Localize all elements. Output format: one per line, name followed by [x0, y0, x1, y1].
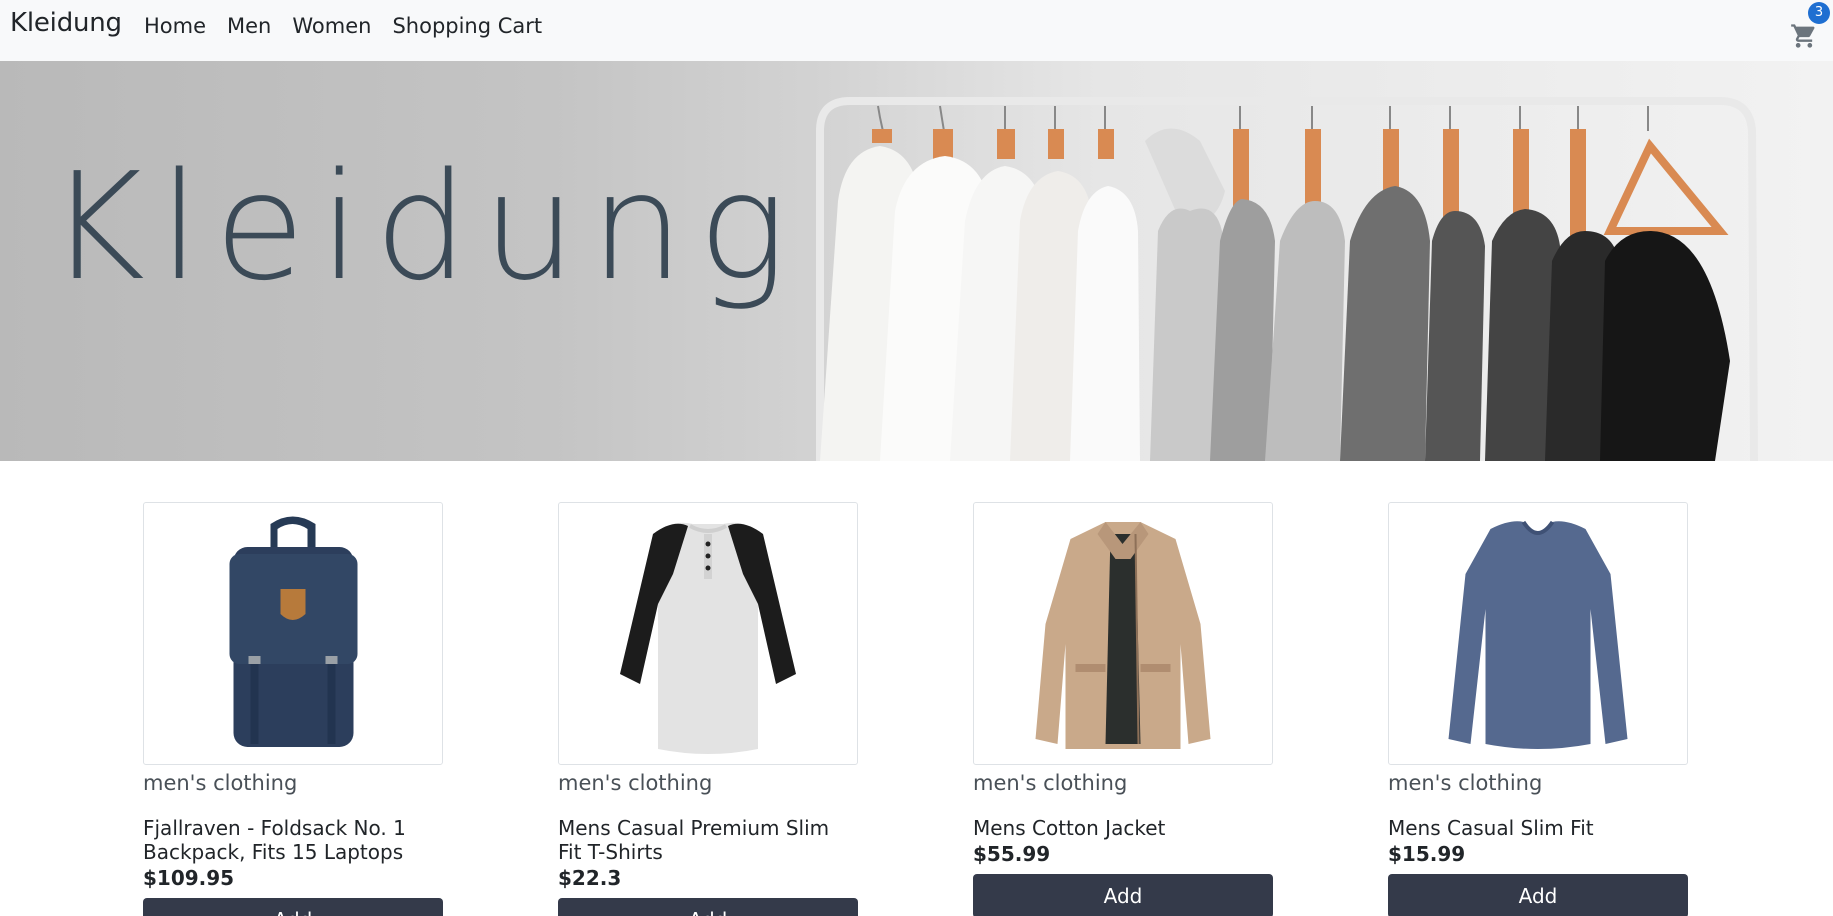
hero-title: Kleidung — [48, 141, 801, 313]
product-category: men's clothing — [1388, 771, 1543, 795]
product-card: men's clothing Fjallraven - Foldsack No.… — [143, 502, 443, 916]
product-title: Mens Cotton Jacket — [973, 816, 1166, 840]
add-to-cart-button[interactable]: Add — [143, 898, 443, 916]
add-to-cart-button[interactable]: Add — [973, 874, 1273, 916]
cart-button[interactable]: 3 — [1790, 2, 1830, 48]
product-category: men's clothing — [143, 771, 298, 795]
nav-links: Home Men Women Shopping Cart — [144, 14, 563, 38]
long-sleeve-shirt-image — [1445, 513, 1631, 754]
product-image[interactable] — [1388, 502, 1688, 765]
backpack-image — [205, 513, 381, 754]
add-to-cart-button[interactable]: Add — [558, 898, 858, 916]
product-title: Fjallraven - Foldsack No. 1 Backpack, Fi… — [143, 816, 406, 864]
product-category: men's clothing — [973, 771, 1128, 795]
add-to-cart-button[interactable]: Add — [1388, 874, 1688, 916]
product-card: men's clothing Mens Casual Slim Fit $15.… — [1388, 502, 1688, 916]
product-image[interactable] — [973, 502, 1273, 765]
product-category: men's clothing — [558, 771, 713, 795]
product-price: $109.95 — [143, 866, 235, 890]
shopping-cart-icon — [1791, 24, 1815, 48]
product-image[interactable] — [143, 502, 443, 765]
product-card: men's clothing Mens Casual Premium Slim … — [558, 502, 858, 916]
nav-link-home[interactable]: Home — [144, 14, 206, 38]
navbar: Kleidung Home Men Women Shopping Cart 3 — [0, 0, 1833, 61]
product-price: $22.3 — [558, 866, 622, 890]
product-card: men's clothing Mens Cotton Jacket $55.99… — [973, 502, 1273, 916]
product-image[interactable] — [558, 502, 858, 765]
jacket-image — [1030, 513, 1216, 754]
product-title: Mens Casual Premium Slim Fit T-Shirts — [558, 816, 830, 864]
product-grid: men's clothing Fjallraven - Foldsack No.… — [143, 502, 1688, 916]
nav-link-men[interactable]: Men — [227, 14, 271, 38]
cart-count-badge: 3 — [1808, 2, 1830, 24]
nav-link-women[interactable]: Women — [292, 14, 371, 38]
product-title: Mens Casual Slim Fit — [1388, 816, 1594, 840]
nav-link-shopping-cart[interactable]: Shopping Cart — [392, 14, 542, 38]
hero-banner: Kleidung — [0, 61, 1833, 461]
raglan-shirt-image — [618, 513, 798, 754]
product-price: $15.99 — [1388, 842, 1466, 866]
product-price: $55.99 — [973, 842, 1051, 866]
brand-logo[interactable]: Kleidung — [10, 8, 122, 38]
